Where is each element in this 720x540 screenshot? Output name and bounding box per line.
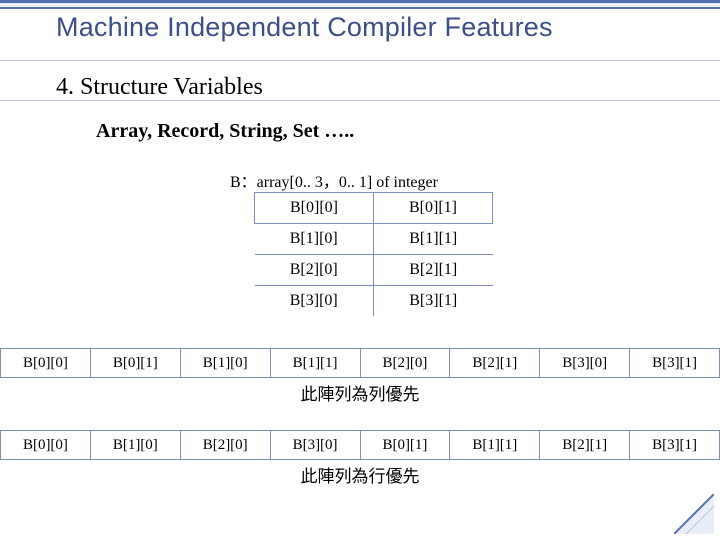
- seq-cell: B[2][1]: [450, 349, 540, 378]
- row-major-sequence: B[0][0] B[0][1] B[1][0] B[1][1] B[2][0] …: [0, 348, 720, 405]
- matrix-cell: B[1][1]: [374, 224, 493, 255]
- matrix-cell: B[3][0]: [255, 286, 374, 317]
- rule-line: [0, 60, 720, 61]
- seq-cell: B[2][0]: [360, 349, 450, 378]
- col-major-sequence: B[0][0] B[1][0] B[2][0] B[3][0] B[0][1] …: [0, 430, 720, 487]
- page-corner-icon: [674, 494, 714, 534]
- matrix-table: B[0][0] B[0][1] B[1][0] B[1][1] B[2][0] …: [254, 192, 493, 316]
- seq-cell: B[3][1]: [630, 349, 720, 378]
- seq-cell: B[1][1]: [450, 431, 540, 460]
- matrix-cell: B[1][0]: [255, 224, 374, 255]
- matrix-cell: B[3][1]: [374, 286, 493, 317]
- array-declaration: B：array[0.. 3，0.. 1] of integer: [230, 168, 438, 192]
- matrix-cell: B[0][0]: [255, 193, 374, 224]
- section-heading: 4. Structure Variables: [56, 74, 263, 101]
- seq-cell: B[1][1]: [270, 349, 360, 378]
- matrix-cell: B[2][1]: [374, 255, 493, 286]
- slide-title: Machine Independent Compiler Features: [56, 12, 553, 43]
- seq-cell: B[1][0]: [90, 431, 180, 460]
- matrix-cell: B[0][1]: [374, 193, 493, 224]
- sequence-table: B[0][0] B[1][0] B[2][0] B[3][0] B[0][1] …: [0, 430, 720, 460]
- seq-cell: B[1][0]: [180, 349, 270, 378]
- matrix-cell: B[2][0]: [255, 255, 374, 286]
- seq-cell: B[3][0]: [270, 431, 360, 460]
- sequence-caption: 此陣列為列優先: [0, 380, 720, 405]
- seq-cell: B[0][1]: [360, 431, 450, 460]
- seq-cell: B[0][1]: [90, 349, 180, 378]
- seq-cell: B[0][0]: [1, 349, 91, 378]
- seq-cell: B[0][0]: [1, 431, 91, 460]
- seq-cell: B[3][1]: [630, 431, 720, 460]
- section-label: Structure Variables: [80, 74, 263, 100]
- section-number: 4.: [56, 74, 74, 100]
- seq-cell: B[3][0]: [540, 349, 630, 378]
- seq-cell: B[2][0]: [180, 431, 270, 460]
- sequence-caption: 此陣列為行優先: [0, 462, 720, 487]
- sequence-table: B[0][0] B[0][1] B[1][0] B[1][1] B[2][0] …: [0, 348, 720, 378]
- header-rule: [0, 0, 720, 9]
- subheading: Array, Record, String, Set …..: [96, 120, 354, 143]
- seq-cell: B[2][1]: [540, 431, 630, 460]
